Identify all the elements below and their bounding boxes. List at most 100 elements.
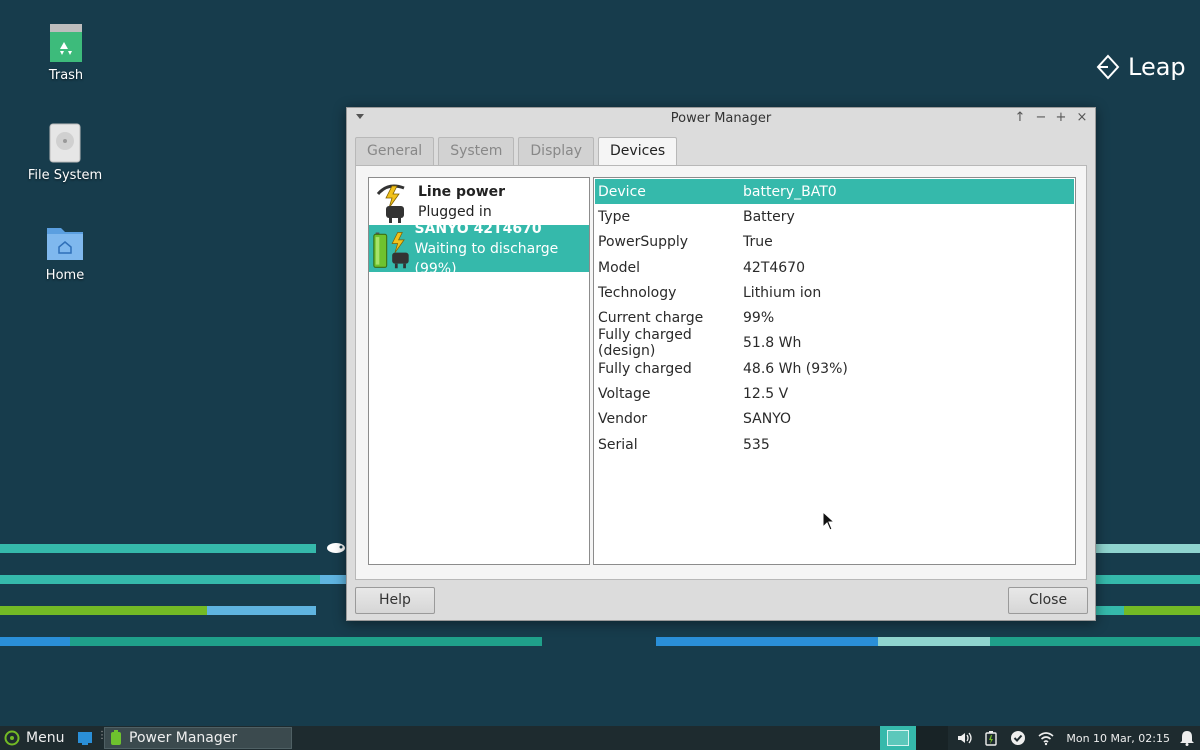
property-key: Serial (598, 436, 638, 453)
wallpaper-stripe (320, 575, 346, 584)
property-key: Type (598, 208, 631, 225)
trash-icon (50, 24, 82, 62)
device-item-battery[interactable]: SANYO 42T4670 Waiting to discharge (99%) (369, 221, 589, 277)
workspace-2[interactable] (916, 726, 949, 750)
workspace-1[interactable] (887, 730, 910, 746)
device-item-text: SANYO 42T4670 Waiting to discharge (99%) (415, 219, 589, 279)
wifi-icon[interactable] (1038, 730, 1054, 746)
property-key: Model (598, 259, 641, 276)
wallpaper-stripe (0, 637, 70, 646)
close-icon[interactable]: × (1074, 110, 1090, 126)
wallpaper-stripe (207, 606, 316, 615)
opensuse-logo-icon (4, 730, 20, 746)
property-value: 48.6 Wh (93%) (743, 360, 848, 377)
device-name: Line power (418, 183, 506, 200)
property-key: Voltage (598, 386, 651, 403)
property-value: 42T4670 (743, 259, 805, 276)
property-key: Fully charged (598, 360, 692, 377)
property-row[interactable]: Type Battery (595, 204, 1074, 229)
workspace-switcher[interactable] (880, 726, 917, 750)
tab-devices[interactable]: Devices (598, 137, 678, 166)
power-manager-window: Power Manager ↑ − + × General System Dis… (346, 107, 1096, 621)
notification-bell-icon[interactable] (1180, 730, 1194, 746)
wallpaper-stripe (1096, 544, 1200, 553)
property-row[interactable]: Serial 535 (595, 432, 1074, 457)
desktop-icon-label: Trash (48, 68, 84, 83)
property-value: 51.8 Wh (743, 335, 802, 352)
wallpaper-stripe (0, 575, 320, 584)
taskbar: Menu ⋮ Power Manager Mon 10 Mar, 02:15 (0, 726, 1200, 750)
property-key: Vendor (598, 411, 648, 428)
window-title: Power Manager (670, 111, 772, 126)
property-key: Technology (598, 284, 677, 301)
help-button[interactable]: Help (355, 587, 435, 614)
desktop-icon-file-system[interactable]: File System (10, 122, 120, 183)
desktop-icon-label: File System (27, 168, 103, 183)
tab-general[interactable]: General (355, 137, 435, 165)
property-row[interactable]: Model 42T4670 (595, 255, 1074, 280)
wallpaper-stripe (656, 637, 878, 646)
device-name: SANYO 42T4670 (414, 220, 542, 237)
wallpaper-stripe (70, 637, 542, 646)
battery-icon (111, 730, 121, 745)
desktop-icon-label: Home (45, 268, 85, 283)
device-status: Waiting to discharge (99%) (414, 240, 559, 277)
property-row[interactable]: Fully charged 48.6 Wh (93%) (595, 356, 1074, 381)
property-row[interactable]: Vendor SANYO (595, 407, 1074, 432)
property-value: True (743, 234, 773, 251)
wallpaper-stripe (0, 544, 316, 553)
wallpaper-stripe (1096, 575, 1200, 584)
property-value: Lithium ion (743, 284, 822, 301)
property-value: 99% (743, 310, 775, 327)
menu-button[interactable]: Menu (0, 730, 70, 746)
wallpaper-stripe (878, 637, 990, 646)
window-titlebar[interactable]: Power Manager ↑ − + × (347, 108, 1095, 130)
minimize-icon[interactable]: − (1033, 110, 1049, 126)
home-folder-icon (47, 228, 83, 260)
mouse-cursor-icon (822, 511, 836, 531)
property-row[interactable]: Device battery_BAT0 (595, 179, 1074, 205)
taskbar-task-power-manager[interactable]: Power Manager (104, 727, 292, 749)
wallpaper-stripe (1096, 606, 1124, 615)
show-desktop-icon[interactable] (77, 730, 93, 746)
device-properties-table[interactable]: Device battery_BAT0 Type Battery PowerSupp… (593, 177, 1076, 565)
tab-display[interactable]: Display (518, 137, 595, 165)
wallpaper-stripe (990, 637, 1200, 646)
volume-icon[interactable] (956, 730, 973, 746)
property-value: 12.5 V (743, 386, 789, 403)
property-row[interactable]: PowerSupply True (595, 230, 1074, 255)
property-key: Device (598, 183, 646, 200)
property-value: SANYO (743, 411, 792, 428)
desktop-icon-trash[interactable]: Trash (11, 22, 121, 83)
updates-check-icon[interactable] (1010, 730, 1026, 746)
battery-charging-icon (373, 231, 409, 268)
desktop-icon-home[interactable]: Home (10, 222, 120, 283)
leap-diamond-icon (1096, 54, 1120, 80)
menu-label: Menu (26, 730, 65, 746)
brand-text: Leap (1128, 53, 1186, 81)
property-value: 535 (743, 436, 770, 453)
property-value: battery_BAT0 (743, 183, 837, 200)
property-row[interactable]: Technology Lithium ion (595, 280, 1074, 305)
property-key: PowerSupply (598, 234, 689, 251)
clock[interactable]: Mon 10 Mar, 02:15 (1060, 732, 1180, 745)
devices-panel: Line power Plugged in SANYO 42T4670 Wait… (355, 165, 1087, 580)
drive-icon (49, 123, 81, 163)
brand-logo: Leap (1096, 53, 1186, 81)
property-key: Fully charged (design) (598, 327, 692, 360)
close-button[interactable]: Close (1008, 587, 1088, 614)
device-item-text: Line power Plugged in (418, 182, 505, 222)
maximize-icon[interactable]: + (1053, 110, 1069, 126)
taskbar-task-label: Power Manager (129, 730, 238, 746)
device-list[interactable]: Line power Plugged in SANYO 42T4670 Wait… (368, 177, 590, 565)
battery-tray-icon[interactable] (984, 730, 998, 746)
property-row[interactable]: Voltage 12.5 V (595, 381, 1074, 406)
wallpaper-stripe (1124, 606, 1200, 615)
tab-bar: General System Display Devices (355, 137, 678, 166)
wallpaper-stripe (0, 606, 207, 615)
power-plug-icon (376, 184, 405, 223)
property-row[interactable]: Fully charged (design) 51.8 Wh (595, 327, 1074, 359)
tab-system[interactable]: System (438, 137, 515, 165)
keep-above-icon[interactable]: ↑ (1012, 110, 1028, 126)
property-key: Current charge (598, 310, 704, 327)
